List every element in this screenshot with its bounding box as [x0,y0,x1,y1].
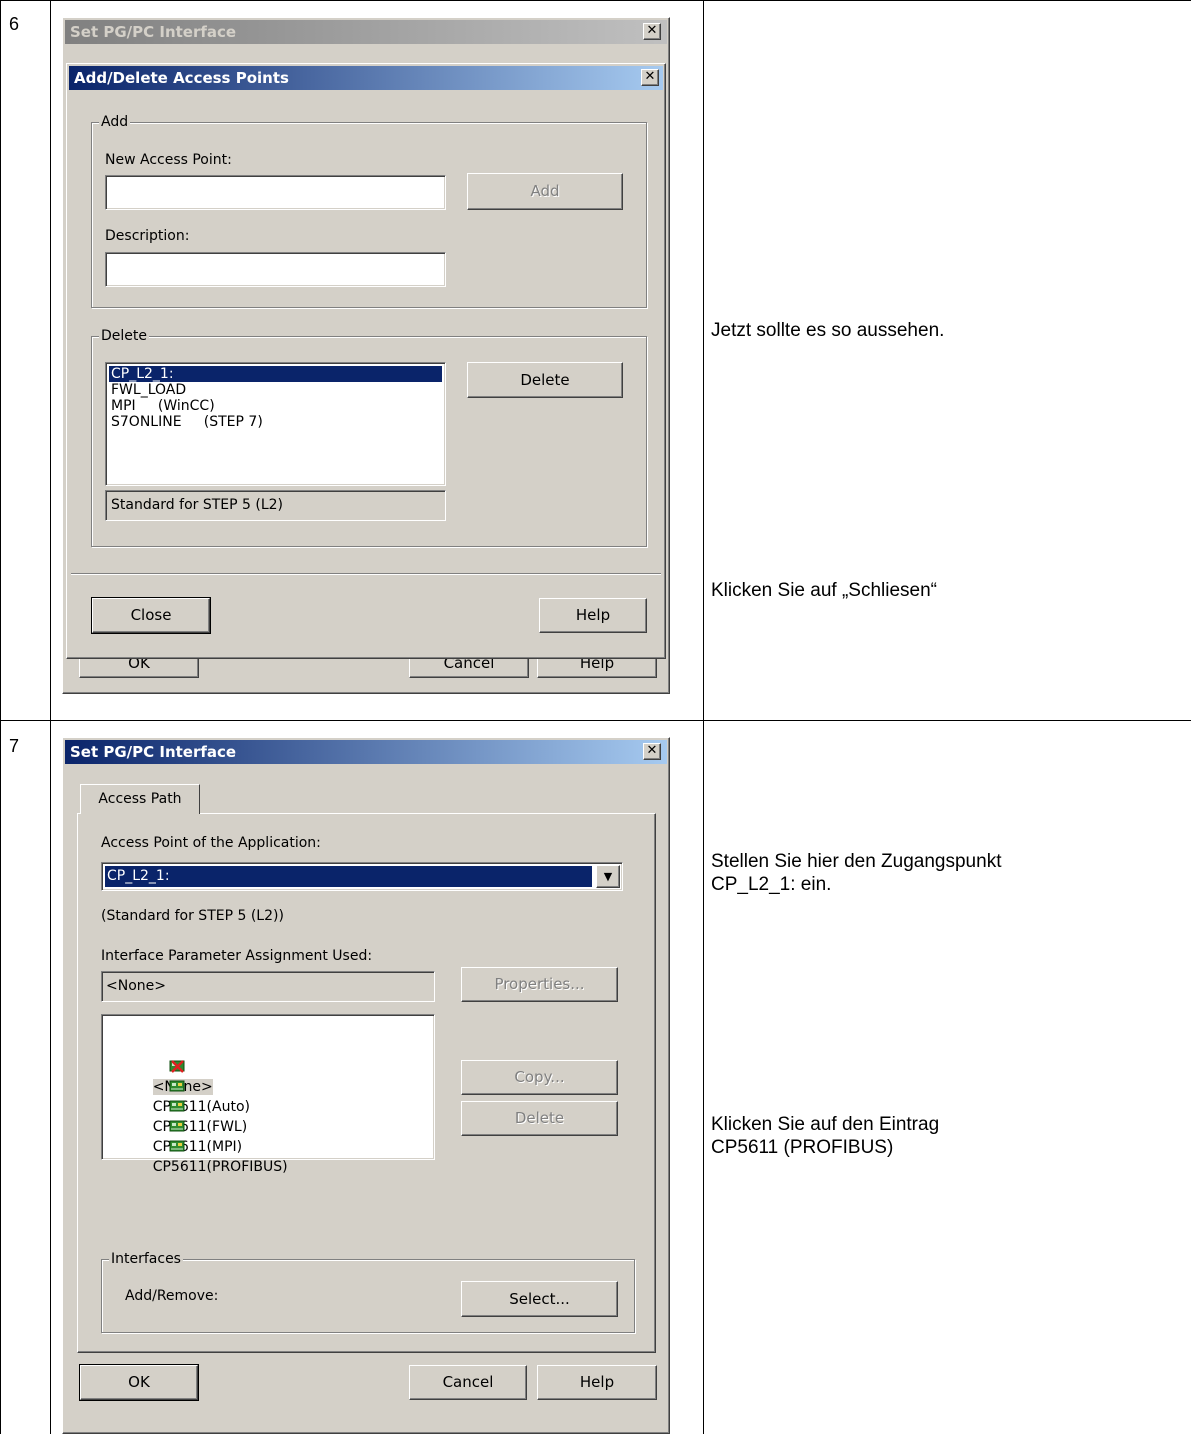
chevron-down-icon[interactable]: ▼ [596,865,620,888]
instruction-text: Klicken Sie auf den Eintrag CP5611 (PROF… [711,1114,940,1158]
parent-title-bar: Set PG/PC Interface [65,20,667,44]
list-item[interactable]: CP5611(PROFIBUS) [105,1099,431,1175]
instruction-text: Stellen Sie hier den Zugangspunkt CP_L2_… [711,851,1002,895]
description-input[interactable] [105,252,446,287]
table-border-left [0,0,1,1434]
access-point-dropdown[interactable]: CP_L2_1: ▼ [101,862,623,891]
access-point-description: (Standard for STEP 5 (L2)) [101,908,284,924]
param-assignment-list[interactable]: <None> CP5611(Auto) CP5611(FWL) CP5611(M… [101,1014,435,1175]
dialog-title-bar: Add/Delete Access Points [69,66,663,90]
list-item[interactable]: S7ONLINE (STEP 7) [109,414,442,430]
list-item[interactable]: CP5611(MPI) [105,1079,431,1155]
list-item[interactable]: <None> [105,1019,431,1095]
table-col-divider-1 [50,0,51,1434]
param-assignment-field: <None> [101,971,435,1002]
table-row-divider [0,720,1191,721]
window-title: Set PG/PC Interface [70,743,237,761]
instruction-text: Klicken Sie auf „Schliesen“ [711,580,937,601]
close-button[interactable]: Close [91,597,211,634]
dialog-title: Add/Delete Access Points [74,69,289,87]
delete-button[interactable]: Delete [467,362,623,398]
access-point-description: Standard for STEP 5 (L2) [105,490,446,521]
close-icon[interactable]: ✕ [643,23,661,40]
parent-window-title: Set PG/PC Interface [70,23,237,41]
param-assignment-label: Interface Parameter Assignment Used: [101,948,373,964]
select-button[interactable]: Select... [461,1281,618,1317]
set-pgpc-interface-window: Set PG/PC Interface ✕ Access Path Access… [62,737,670,1434]
ok-button[interactable]: OK [79,1364,199,1401]
step-number: 7 [9,736,20,756]
tab-access-path[interactable]: Access Path [80,784,200,814]
table-col-divider-2 [703,0,704,1434]
table-border-top [0,0,1191,1]
separator [71,573,661,574]
window-title-bar: Set PG/PC Interface [65,740,667,764]
delete-button[interactable]: Delete [461,1101,618,1136]
access-point-label: Access Point of the Application: [101,835,321,851]
close-icon[interactable]: ✕ [643,743,661,760]
help-button[interactable]: Help [539,598,647,633]
properties-button[interactable]: Properties... [461,967,618,1002]
add-remove-label: Add/Remove: [125,1288,219,1304]
list-item-label: CP5611(PROFIBUS) [152,1159,288,1175]
add-delete-access-points-dialog: Add/Delete Access Points ✕ Add New Acces… [66,63,666,659]
cancel-button[interactable]: Cancel [409,1365,527,1400]
description-label: Description: [105,228,190,244]
instruction-text: Jetzt sollte es so aussehen. [711,320,945,341]
new-access-point-input[interactable] [105,175,446,210]
pc-card-icon [134,1119,185,1152]
copy-button[interactable]: Copy... [461,1060,618,1095]
list-item[interactable]: CP_L2_1: [109,366,442,382]
interfaces-group-label: Interfaces [109,1251,183,1267]
close-icon[interactable]: ✕ [641,69,659,86]
add-button[interactable]: Add [467,173,623,210]
new-access-point-label: New Access Point: [105,152,232,168]
list-item[interactable]: CP5611(Auto) [105,1039,431,1115]
list-item[interactable]: MPI (WinCC) [109,398,442,414]
access-points-list[interactable]: CP_L2_1: FWL_LOAD MPI (WinCC) S7ONLINE (… [105,362,446,486]
add-group-label: Add [99,114,131,130]
access-point-selected: CP_L2_1: [105,866,592,887]
step-number: 6 [9,14,20,34]
list-item[interactable]: CP5611(FWL) [105,1059,431,1135]
help-button[interactable]: Help [537,1365,657,1400]
delete-group-label: Delete [99,328,149,344]
list-item[interactable]: FWL_LOAD [109,382,442,398]
